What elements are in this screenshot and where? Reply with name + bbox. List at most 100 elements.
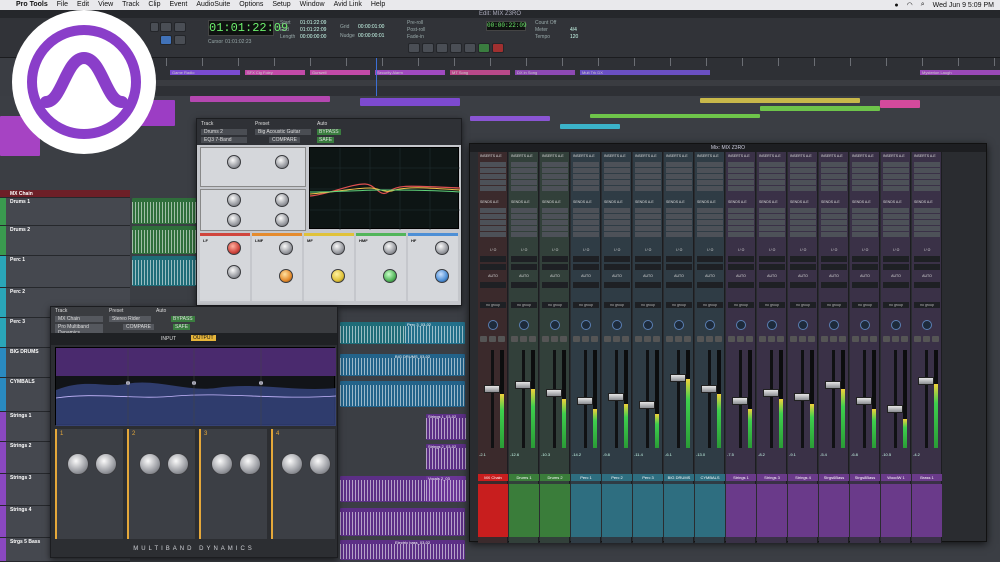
channel-strip[interactable]: INSERTS A-E SENDS A-E I / O AUTO no group -14… (571, 152, 601, 543)
send-slot[interactable] (480, 226, 506, 231)
channel-name[interactable]: CYMBALS (695, 474, 725, 481)
group-selector[interactable]: no group (759, 302, 785, 308)
automation-mode-selector[interactable] (914, 282, 940, 288)
track-name[interactable]: Perc 3 (10, 319, 25, 325)
insert-slot[interactable] (759, 162, 785, 167)
band3-gain-knob[interactable] (239, 453, 261, 475)
input-selector[interactable] (883, 256, 909, 262)
input-selector[interactable] (573, 256, 599, 262)
insert-slot[interactable] (790, 180, 816, 185)
send-slot[interactable] (480, 232, 506, 237)
clip[interactable] (360, 98, 460, 106)
insert-slot[interactable] (883, 174, 909, 179)
insert-slot[interactable] (573, 162, 599, 167)
play-button[interactable] (478, 43, 490, 53)
plugin-select[interactable]: EQ3 7-Band (201, 137, 247, 143)
insert-slot[interactable] (666, 180, 692, 185)
pan-knob[interactable] (705, 320, 715, 330)
record-arm-button[interactable] (591, 336, 598, 342)
menu-options[interactable]: Options (239, 0, 263, 10)
channel-strip[interactable]: INSERTS A-E SENDS A-E I / O AUTO no group -6.… (664, 152, 694, 543)
channel-name[interactable]: Perc 1 (571, 474, 601, 481)
insert-slot[interactable] (635, 162, 661, 167)
pan-knob[interactable] (519, 320, 529, 330)
send-slot[interactable] (511, 232, 537, 237)
group-selector[interactable]: no group (883, 302, 909, 308)
volume-fader[interactable] (670, 373, 686, 382)
low-freq-knob[interactable] (227, 213, 241, 227)
channel-strip[interactable]: INSERTS A-E SENDS A-E I / O AUTO no group -5.… (819, 152, 849, 543)
automation-mode-selector[interactable] (728, 282, 754, 288)
insert-slot[interactable] (883, 162, 909, 167)
input-label[interactable]: INPUT (161, 336, 176, 342)
preset-select[interactable]: Stereo Rider (109, 316, 151, 322)
send-slot[interactable] (697, 220, 723, 225)
send-slot[interactable] (573, 226, 599, 231)
channel-strip[interactable]: INSERTS A-E SENDS A-E I / O AUTO no group -8.… (757, 152, 787, 543)
pan-knob[interactable] (767, 320, 777, 330)
input-selector[interactable] (697, 256, 723, 262)
marker[interactable]: Gunwell (310, 70, 370, 75)
insert-slot[interactable] (635, 186, 661, 191)
send-slot[interactable] (697, 208, 723, 213)
send-slot[interactable] (573, 232, 599, 237)
volume-fader[interactable] (546, 389, 562, 398)
tempo-ruler[interactable] (130, 80, 1000, 86)
insert-slot[interactable] (480, 174, 506, 179)
record-arm-button[interactable] (560, 336, 567, 342)
zoom-tool-button[interactable] (150, 22, 159, 32)
insert-slot[interactable] (914, 168, 940, 173)
input-selector[interactable] (759, 256, 785, 262)
track-name[interactable]: Perc 1 (10, 257, 25, 263)
channel-name[interactable]: BIG DRUMS (664, 474, 694, 481)
send-slot[interactable] (914, 232, 940, 237)
clip-strings-2[interactable]: Strings 2_03-02 (426, 444, 466, 470)
channel-strip[interactable]: INSERTS A-E SENDS A-E I / O AUTO no group -9.… (788, 152, 818, 543)
track-name[interactable]: Drums 2 (10, 227, 30, 233)
insert-slot[interactable] (759, 186, 785, 191)
meter-value[interactable]: 4/4 (570, 27, 577, 33)
marker[interactable]: MT Song (450, 70, 510, 75)
volume-fader[interactable] (484, 385, 500, 394)
pan-knob[interactable] (612, 320, 622, 330)
insert-slot[interactable] (697, 180, 723, 185)
channel-strip[interactable]: INSERTS A-E SENDS A-E I / O AUTO no group -6.… (850, 152, 880, 543)
lmf-gain-knob[interactable] (275, 193, 289, 207)
insert-slot[interactable] (573, 168, 599, 173)
send-slot[interactable] (697, 232, 723, 237)
send-slot[interactable] (542, 208, 568, 213)
volume-fader[interactable] (577, 397, 593, 406)
insert-slot[interactable] (542, 174, 568, 179)
bypass-button[interactable]: BYPASS (171, 316, 195, 322)
insert-slot[interactable] (821, 180, 847, 185)
clip-perc3[interactable]: Perc 3_03-02 (405, 322, 465, 344)
send-slot[interactable] (666, 226, 692, 231)
insert-slot[interactable] (790, 186, 816, 191)
main-counter[interactable]: 01:01:22:09 (208, 20, 288, 36)
menu-edit[interactable]: Edit (77, 0, 89, 10)
insert-slot[interactable] (542, 162, 568, 167)
group-selector[interactable]: no group (914, 302, 940, 308)
send-slot[interactable] (821, 232, 847, 237)
send-slot[interactable] (821, 208, 847, 213)
automation-mode-selector[interactable] (635, 282, 661, 288)
channel-name[interactable]: Perc 3 (633, 474, 663, 481)
menu-event[interactable]: Event (169, 0, 187, 10)
insert-slot[interactable] (914, 162, 940, 167)
insert-slot[interactable] (480, 186, 506, 191)
send-slot[interactable] (852, 208, 878, 213)
send-slot[interactable] (666, 208, 692, 213)
automation-mode-selector[interactable] (852, 282, 878, 288)
clip[interactable] (880, 100, 920, 108)
clip[interactable] (760, 106, 880, 111)
volume-fader[interactable] (825, 381, 841, 390)
send-slot[interactable] (635, 232, 661, 237)
solo-button[interactable] (759, 336, 766, 342)
clip[interactable] (132, 198, 196, 224)
send-slot[interactable] (883, 232, 909, 237)
eq3-plugin-window[interactable]: Track Preset Auto Drums 2 Big Acoustic G… (196, 118, 462, 306)
send-slot[interactable] (759, 214, 785, 219)
bars-beats-ruler[interactable] (130, 58, 1000, 66)
go-to-end-button[interactable] (450, 43, 462, 53)
track-name[interactable]: Strings 1 (10, 413, 31, 419)
